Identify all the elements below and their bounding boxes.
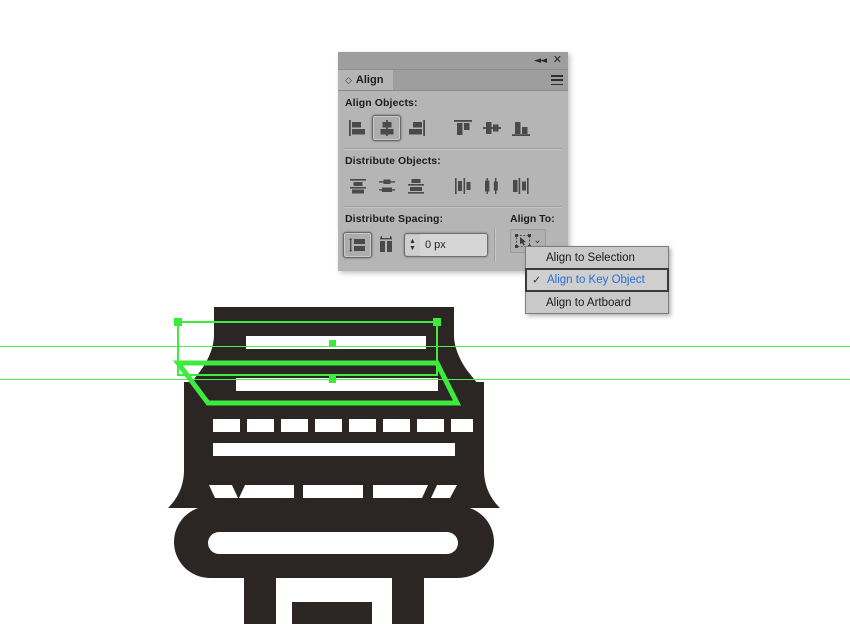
panel-title: Align xyxy=(355,74,384,86)
horizontal-distribute-center-button[interactable] xyxy=(477,173,506,199)
panel-tabbar: ◇ Align xyxy=(338,70,568,91)
panel-options-menu-icon[interactable] xyxy=(551,75,563,85)
stepper-down-icon[interactable]: ▼ xyxy=(409,245,416,252)
close-icon[interactable]: ✕ xyxy=(553,54,562,65)
panel-titlebar[interactable]: ◄◄ ✕ xyxy=(338,52,568,70)
align-to-label: Align To: xyxy=(510,213,555,225)
align-objects-label: Align Objects: xyxy=(345,97,418,109)
horizontal-align-right-button[interactable] xyxy=(401,115,430,141)
align-objects-buttons xyxy=(338,113,568,143)
horizontal-align-left-button[interactable] xyxy=(343,115,372,141)
vertical-distribute-bottom-button[interactable] xyxy=(401,173,430,199)
vertical-distribute-spacing-button[interactable] xyxy=(343,232,372,258)
vertical-align-bottom-button[interactable] xyxy=(506,115,535,141)
divider-1 xyxy=(344,148,562,150)
collapse-panel-icon[interactable]: ◄◄ xyxy=(534,56,547,67)
horizontal-guide-lower xyxy=(0,379,850,380)
menu-item-align-to-artboard[interactable]: Align to Artboard xyxy=(526,292,668,313)
horizontal-guide-upper xyxy=(0,346,850,347)
spacing-stepper[interactable]: ▲ ▼ 0 px xyxy=(404,233,488,257)
spacing-stepper-arrows[interactable]: ▲ ▼ xyxy=(405,238,420,252)
check-icon: ✓ xyxy=(532,274,542,287)
divider-2 xyxy=(344,206,562,208)
horizontal-distribute-left-button[interactable] xyxy=(448,173,477,199)
horizontal-align-center-button[interactable] xyxy=(372,115,401,141)
chevron-down-icon[interactable]: ⌄ xyxy=(533,236,541,246)
align-to-menu[interactable]: Align to Selection ✓ Align to Key Object… xyxy=(525,246,669,314)
spacing-value-input[interactable]: 0 px xyxy=(420,234,487,256)
horizontal-distribute-right-button[interactable] xyxy=(506,173,535,199)
vertical-align-center-button[interactable] xyxy=(477,115,506,141)
menu-item-label: Align to Key Object xyxy=(547,274,645,286)
spacing-divider xyxy=(494,228,496,262)
vertical-align-top-button[interactable] xyxy=(448,115,477,141)
tab-align[interactable]: ◇ Align xyxy=(338,70,394,90)
menu-item-align-to-key-object[interactable]: ✓ Align to Key Object xyxy=(525,268,669,292)
menu-item-align-to-selection[interactable]: Align to Selection xyxy=(526,247,668,268)
align-panel[interactable]: ◄◄ ✕ ◇ Align Align Objects: Distribute O… xyxy=(338,52,568,271)
vertical-distribute-top-button[interactable] xyxy=(343,173,372,199)
panel-body: Align Objects: Distribute Objects: Distr… xyxy=(338,91,568,271)
distribute-objects-label: Distribute Objects: xyxy=(345,155,441,167)
menu-item-label: Align to Selection xyxy=(546,251,635,264)
menu-item-label: Align to Artboard xyxy=(546,296,632,309)
horizontal-distribute-spacing-button[interactable] xyxy=(372,232,401,258)
vertical-distribute-center-button[interactable] xyxy=(372,173,401,199)
tab-grip-icon: ◇ xyxy=(345,74,352,85)
stepper-up-icon[interactable]: ▲ xyxy=(409,238,416,245)
distribute-objects-buttons xyxy=(338,171,568,201)
